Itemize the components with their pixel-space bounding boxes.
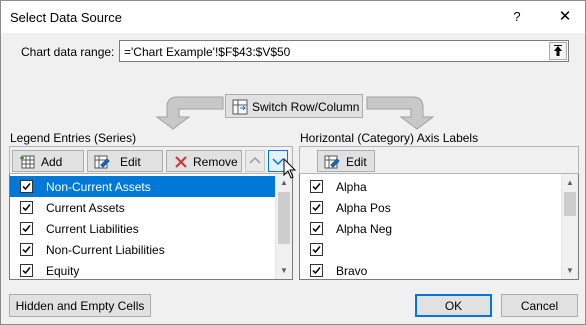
ok-label: OK bbox=[444, 299, 463, 313]
add-series-label: Add bbox=[41, 155, 63, 169]
switch-right-arrow-icon bbox=[366, 96, 435, 130]
add-table-icon bbox=[19, 154, 35, 173]
axis-label-checkbox[interactable] bbox=[310, 201, 323, 214]
legend-toolbar: Add Edit Remove bbox=[9, 146, 293, 174]
remove-x-icon bbox=[173, 154, 189, 173]
scroll-down-icon[interactable]: ▼ bbox=[276, 262, 292, 279]
axis-label-item-label: Alpha Neg bbox=[336, 222, 393, 236]
series-checkbox[interactable] bbox=[20, 201, 33, 214]
axis-scroll-thumb[interactable] bbox=[564, 192, 576, 216]
series-checkbox[interactable] bbox=[20, 180, 33, 193]
switch-row-column-label: Switch Row/Column bbox=[252, 100, 360, 114]
series-item-label: Current Assets bbox=[46, 201, 125, 215]
axis-label-checkbox[interactable] bbox=[310, 264, 323, 277]
axis-label-list-item[interactable] bbox=[300, 239, 562, 260]
move-up-button[interactable] bbox=[245, 150, 265, 172]
series-checkbox[interactable] bbox=[20, 243, 33, 256]
axis-labels-label: Horizontal (Category) Axis Labels bbox=[300, 131, 479, 145]
axis-label-checkbox[interactable] bbox=[310, 222, 323, 235]
remove-series-button[interactable]: Remove bbox=[166, 150, 242, 172]
collapse-icon bbox=[554, 45, 562, 56]
remove-series-label: Remove bbox=[193, 155, 238, 169]
axis-toolbar: Edit bbox=[299, 146, 579, 174]
axis-label-list-item[interactable]: Alpha bbox=[300, 176, 562, 197]
axis-label-checkbox[interactable] bbox=[310, 180, 323, 193]
series-list-item[interactable]: Current Liabilities bbox=[10, 218, 276, 239]
axis-label-checkbox[interactable] bbox=[310, 243, 323, 256]
series-list-item[interactable]: Non-Current Liabilities bbox=[10, 239, 276, 260]
switch-row-column-icon bbox=[232, 99, 248, 118]
chart-data-range-input[interactable]: ='Chart Example'!$F$43:$V$50 bbox=[119, 40, 569, 62]
legend-list-scrollbar[interactable]: ▲ ▼ bbox=[275, 174, 292, 279]
legend-series-list[interactable]: Non-Current Assets Current Assets Current … bbox=[9, 174, 293, 280]
scroll-down-icon[interactable]: ▼ bbox=[562, 262, 578, 279]
axis-label-list-item[interactable]: Alpha Neg bbox=[300, 218, 562, 239]
series-item-label: Non-Current Assets bbox=[46, 180, 151, 194]
axis-label-list-item[interactable]: Bravo bbox=[300, 260, 562, 279]
axis-label-item-label: Alpha Pos bbox=[336, 201, 391, 215]
cancel-label: Cancel bbox=[520, 299, 559, 313]
edit-table-icon bbox=[94, 154, 110, 173]
series-list-item[interactable]: Non-Current Assets bbox=[10, 176, 276, 197]
axis-list-scrollbar[interactable]: ▲ ▼ bbox=[561, 174, 578, 279]
ok-button[interactable]: OK bbox=[415, 294, 492, 317]
axis-label-item-label: Alpha bbox=[336, 180, 367, 194]
switch-left-arrow-icon bbox=[155, 96, 224, 130]
axis-label-list-item[interactable]: Alpha Pos bbox=[300, 197, 562, 218]
series-item-label: Non-Current Liabilities bbox=[46, 243, 165, 257]
series-list-item[interactable]: Equity bbox=[10, 260, 276, 279]
dialog-title: Select Data Source bbox=[10, 10, 123, 25]
series-item-label: Equity bbox=[46, 264, 80, 278]
select-data-source-dialog: Select Data Source ? ✕ Chart data range:… bbox=[0, 0, 586, 325]
chevron-up-icon bbox=[249, 156, 261, 164]
edit-series-label: Edit bbox=[120, 155, 141, 169]
mouse-cursor-icon bbox=[283, 158, 297, 179]
axis-label-item-label: Bravo bbox=[336, 264, 368, 278]
cancel-button[interactable]: Cancel bbox=[501, 294, 578, 317]
edit-axis-labels-label: Edit bbox=[346, 155, 367, 169]
legend-entries-label: Legend Entries (Series) bbox=[10, 131, 137, 145]
series-checkbox[interactable] bbox=[20, 264, 33, 277]
hidden-empty-cells-button[interactable]: Hidden and Empty Cells bbox=[9, 294, 151, 317]
edit-series-button[interactable]: Edit bbox=[87, 150, 163, 172]
series-list-item[interactable]: Current Assets bbox=[10, 197, 276, 218]
edit-table-icon bbox=[324, 154, 340, 173]
edit-axis-labels-button[interactable]: Edit bbox=[317, 150, 375, 172]
switch-row-column-button[interactable]: Switch Row/Column bbox=[225, 94, 363, 118]
title-bar: Select Data Source ? ✕ bbox=[1, 1, 585, 33]
series-checkbox[interactable] bbox=[20, 222, 33, 235]
close-button[interactable]: ✕ bbox=[555, 7, 575, 27]
chart-data-range-label: Chart data range: bbox=[21, 45, 115, 59]
scroll-up-icon[interactable]: ▲ bbox=[562, 174, 578, 191]
axis-labels-list[interactable]: Alpha Alpha Pos Alpha Neg Bravo ▲ ▼ bbox=[299, 174, 579, 280]
legend-scroll-thumb[interactable] bbox=[278, 192, 290, 244]
chart-data-range-value: ='Chart Example'!$F$43:$V$50 bbox=[124, 45, 291, 59]
add-series-button[interactable]: Add bbox=[12, 150, 84, 172]
collapse-dialog-button[interactable] bbox=[549, 42, 567, 60]
hidden-empty-cells-label: Hidden and Empty Cells bbox=[15, 299, 145, 313]
help-button[interactable]: ? bbox=[509, 7, 525, 27]
series-item-label: Current Liabilities bbox=[46, 222, 139, 236]
